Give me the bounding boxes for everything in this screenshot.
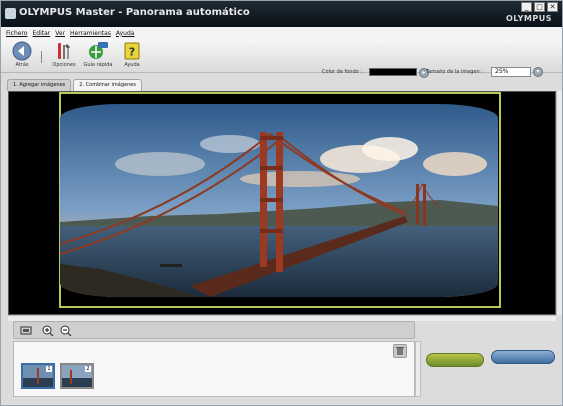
brand-logo: OLYMPUS xyxy=(505,14,552,23)
zoom-in-icon[interactable] xyxy=(42,325,54,336)
fit-view-icon[interactable] xyxy=(20,325,32,336)
menu-bar: Fichero Editar Ver Herramientas Ayuda xyxy=(1,27,562,39)
thumbnail-scrollbar[interactable] xyxy=(415,341,421,397)
back-arrow-icon xyxy=(12,41,32,61)
panorama-photo xyxy=(60,104,498,297)
image-size-label: Tamaño de la imagen : xyxy=(426,69,483,75)
image-size-dropdown-button[interactable]: ▾ xyxy=(533,67,543,77)
panorama-canvas[interactable] xyxy=(8,91,556,315)
tab-add-images[interactable]: 1. Agregar imágenes xyxy=(7,79,72,91)
toolbar-separator xyxy=(41,51,42,63)
title-bar: OLYMPUS Master - Panorama automático OLY… xyxy=(1,1,562,27)
background-color-swatch[interactable] xyxy=(369,68,417,76)
window-subtitle: Panorama automático xyxy=(125,7,250,18)
thumbnail-toolbar xyxy=(13,321,415,339)
menu-item-ayuda[interactable]: Ayuda xyxy=(116,30,135,37)
maximize-button[interactable]: □ xyxy=(534,2,545,12)
options-bar: Color de fondo : ▸ Tamaño de la imagen :… xyxy=(1,67,562,79)
panorama-image xyxy=(60,104,498,297)
image-size-select[interactable]: 25% xyxy=(491,67,531,77)
quick-guide-icon xyxy=(89,42,108,59)
action-button-left[interactable] xyxy=(426,353,484,367)
app-name: OLYMPUS Master xyxy=(19,7,115,18)
thumbnail-2-number: 2 xyxy=(85,366,91,372)
thumbnail-2[interactable]: 2 xyxy=(60,363,94,389)
thumbnail-1[interactable]: 1 xyxy=(21,363,55,389)
thumbnail-1-number: 1 xyxy=(46,366,52,372)
app-window: OLYMPUS Master - Panorama automático OLY… xyxy=(0,0,563,406)
window-controls: _ □ ✕ xyxy=(521,2,558,12)
trash-icon xyxy=(396,347,404,355)
close-button[interactable]: ✕ xyxy=(547,2,558,12)
thumbnail-panel: 1 2 xyxy=(13,341,415,397)
options-icon xyxy=(58,43,70,59)
zoom-out-icon[interactable] xyxy=(60,325,72,336)
action-button-right[interactable] xyxy=(491,350,555,364)
menu-item-herramientas[interactable]: Herramientas xyxy=(70,30,111,37)
menu-item-ver[interactable]: Ver xyxy=(55,30,65,37)
minimize-button[interactable]: _ xyxy=(521,2,532,12)
app-icon xyxy=(5,8,16,19)
menu-item-editar[interactable]: Editar xyxy=(32,30,50,37)
help-icon: ? xyxy=(124,42,140,60)
step-tabs: 1. Agregar imágenes 2. Combinar imágenes xyxy=(7,79,142,91)
svg-text:?: ? xyxy=(129,46,135,59)
window-title: OLYMPUS Master - Panorama automático xyxy=(19,7,250,18)
canvas-vertical-scrollbar[interactable] xyxy=(556,91,562,315)
menu-item-fichero[interactable]: Fichero xyxy=(6,30,27,37)
background-color-label: Color de fondo : xyxy=(322,69,362,75)
title-separator: - xyxy=(118,7,123,18)
tab-combine-images[interactable]: 2. Combinar imágenes xyxy=(73,79,142,91)
trash-button[interactable] xyxy=(393,344,407,358)
